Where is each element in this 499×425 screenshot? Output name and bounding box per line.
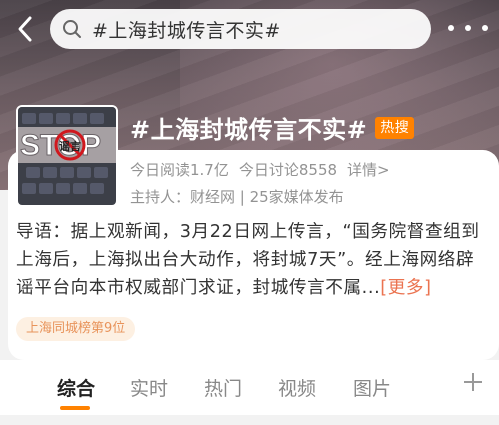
tab-hot[interactable]: 热门 [204,374,242,401]
rank-badge[interactable]: 上海同城榜第9位 [16,317,136,341]
tab-bar: 综合 实时 热门 视频 图片 [0,360,499,415]
plus-icon [464,373,482,391]
thumbnail-rumor-text: 谣言 [59,139,81,153]
search-icon [63,20,81,38]
topic-title-text: #上海封城传言不实# [130,116,368,144]
more-options-button[interactable] [448,18,488,38]
back-arrow-icon [18,16,32,42]
discuss-count: 今日讨论8558 [238,161,338,179]
topic-thumbnail: STOP 谣言 [16,105,118,207]
read-count: 今日阅读1.7亿 [130,161,229,179]
tab-comprehensive[interactable]: 综合 [57,374,95,401]
intro-more-link[interactable]: [更多] [380,278,431,298]
more-dot-icon [482,25,488,31]
details-link[interactable]: 详情> [347,159,390,180]
search-bar[interactable]: #上海封城传言不实# [50,9,431,49]
topic-stats: 今日阅读1.7亿 今日讨论8558 详情> [130,159,390,180]
hot-search-badge: 热搜 [375,116,415,139]
bottom-divider [0,415,499,425]
more-dot-icon [465,25,471,31]
active-tab-indicator [60,406,90,410]
topic-title: #上海封城传言不实# 热搜 [130,110,415,145]
add-tab-button[interactable] [461,370,485,394]
back-button[interactable] [10,14,40,44]
more-dot-icon [448,25,454,31]
topic-intro: 导语：据上观新闻，3月22日网上传言，“国务院督查组到上海后，上海拟出台大动作，… [16,218,486,302]
tab-video[interactable]: 视频 [278,374,316,401]
tab-pictures[interactable]: 图片 [353,374,391,401]
host-info: 主持人：财经网 | 25家媒体发布 [130,188,344,206]
tab-realtime[interactable]: 实时 [130,374,168,401]
search-query-text: #上海封城传言不实# [92,19,281,42]
